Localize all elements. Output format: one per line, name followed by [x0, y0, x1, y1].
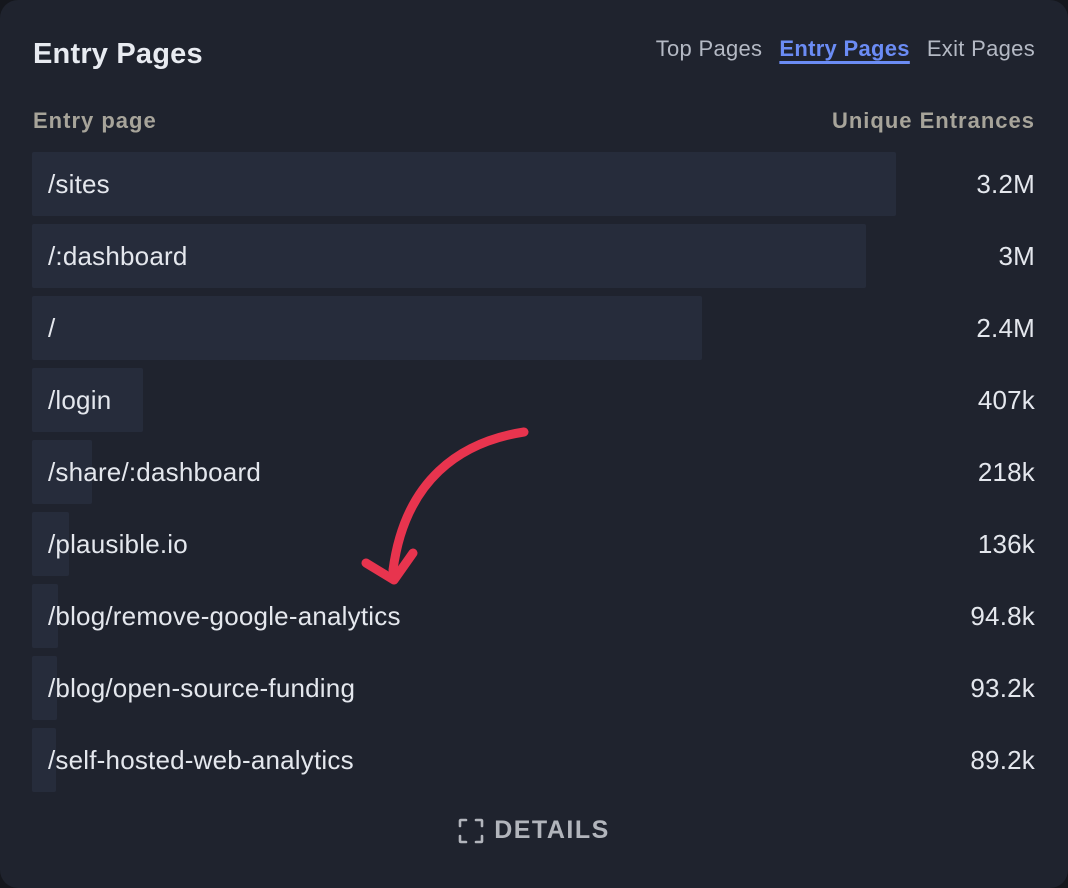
- row-value: 94.8k: [970, 601, 1035, 631]
- row-value: 136k: [977, 529, 1035, 559]
- table-row[interactable]: /blog/remove-google-analytics 94.8k: [32, 584, 1035, 648]
- column-header-entry-page: Entry page: [33, 108, 157, 133]
- details-label: DETAILS: [494, 816, 610, 844]
- tab-exit-pages[interactable]: Exit Pages: [927, 36, 1035, 62]
- report-tabs: Top Pages Entry Pages Exit Pages: [656, 36, 1035, 62]
- row-value: 89.2k: [970, 745, 1035, 775]
- row-label: /share/:dashboard: [48, 457, 261, 487]
- row-label: /:dashboard: [48, 241, 188, 271]
- tab-entry-pages[interactable]: Entry Pages: [779, 36, 909, 62]
- table-row[interactable]: /:dashboard 3M: [32, 224, 1035, 288]
- row-label: /login: [48, 385, 112, 415]
- row-value: 93.2k: [970, 673, 1035, 703]
- table-row[interactable]: / 2.4M: [32, 296, 1035, 360]
- entry-pages-panel: Entry Pages Top Pages Entry Pages Exit P…: [0, 0, 1068, 888]
- table-row[interactable]: /sites 3.2M: [32, 152, 1035, 216]
- bar-track: [32, 296, 896, 360]
- column-header-unique-entrances: Unique Entrances: [831, 108, 1035, 133]
- row-bar: [32, 152, 896, 216]
- bar-track: [32, 152, 896, 216]
- details-button[interactable]: DETAILS: [0, 816, 1068, 845]
- table-row[interactable]: /share/:dashboard 218k: [32, 440, 1035, 504]
- row-label: /blog/open-source-funding: [48, 673, 356, 703]
- row-label: /sites: [48, 169, 110, 199]
- row-value: 3M: [998, 241, 1035, 271]
- row-bar: [32, 296, 702, 360]
- row-value: 407k: [977, 385, 1035, 415]
- tab-top-pages[interactable]: Top Pages: [656, 36, 763, 62]
- row-label: /: [48, 313, 56, 343]
- row-value: 2.4M: [976, 313, 1035, 343]
- bar-track: [32, 368, 896, 432]
- table-row[interactable]: /plausible.io 136k: [32, 512, 1035, 576]
- row-label: /plausible.io: [48, 529, 188, 559]
- table-row[interactable]: /login 407k: [32, 368, 1035, 432]
- panel-title: Entry Pages: [33, 38, 203, 70]
- table-row[interactable]: /blog/open-source-funding 93.2k: [32, 656, 1035, 720]
- table-row[interactable]: /self-hosted-web-analytics 89.2k: [32, 728, 1035, 792]
- row-value: 3.2M: [976, 169, 1035, 199]
- row-label: /blog/remove-google-analytics: [48, 601, 401, 631]
- row-value: 218k: [977, 457, 1035, 487]
- entry-pages-list: /sites 3.2M /:dashboard 3M / 2.4M/login 407k/s…: [32, 152, 1035, 800]
- row-label: /self-hosted-web-analytics: [48, 745, 354, 775]
- maximize-icon: [458, 818, 484, 843]
